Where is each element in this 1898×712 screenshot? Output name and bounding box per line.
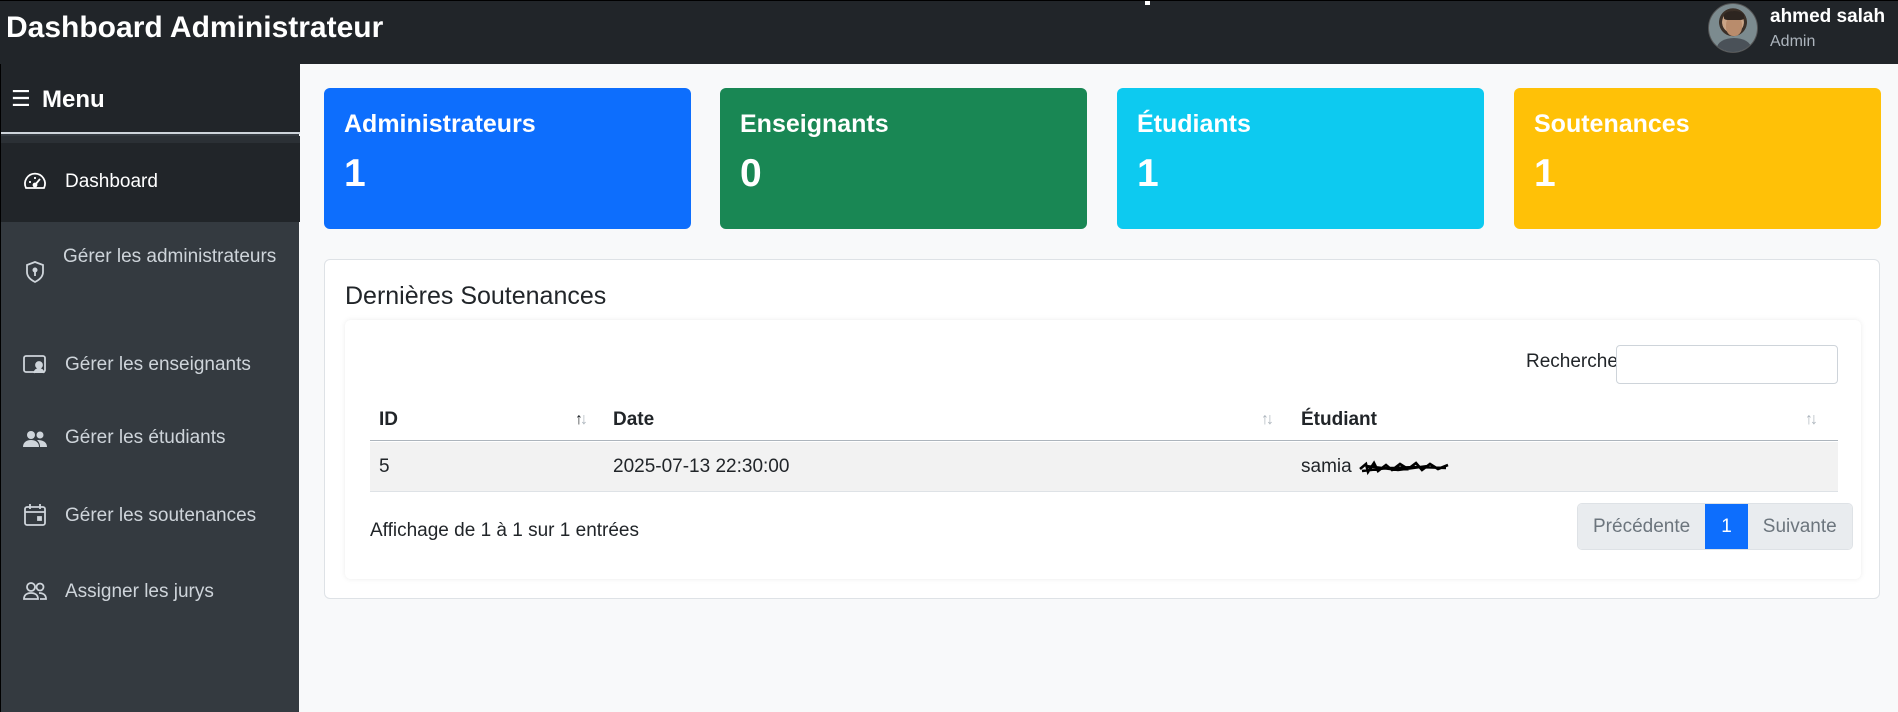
speedometer-icon <box>22 169 48 195</box>
stat-value: 0 <box>740 152 762 195</box>
navbar-notch <box>1145 1 1150 5</box>
person-video-icon <box>22 352 48 378</box>
sidebar-item-label: Gérer les enseignants <box>65 354 251 375</box>
sidebar-item-label: Assigner les jurys <box>65 581 214 602</box>
sort-icon: ↑↓ <box>1805 411 1818 428</box>
cell-date: 2025-07-13 22:30:00 <box>613 456 790 477</box>
stat-card-soutenances: Soutenances 1 <box>1514 88 1881 229</box>
avatar[interactable] <box>1708 3 1758 53</box>
page-1-button[interactable]: 1 <box>1705 504 1748 549</box>
sidebar: ☰ Menu Dashboard Gérer les administrateu… <box>0 64 300 712</box>
sidebar-item-label: Dashboard <box>65 171 158 192</box>
sidebar-item-label: Gérer les administrateurs <box>63 246 277 267</box>
sidebar-item-administrateurs[interactable]: Gérer les administrateurs <box>1 222 300 322</box>
user-role: Admin <box>1770 33 1816 50</box>
shield-icon <box>22 259 48 285</box>
redaction-scribble <box>1358 460 1449 476</box>
stat-label: Soutenances <box>1534 110 1690 138</box>
people-icon <box>22 426 48 452</box>
sidebar-divider <box>1 136 300 143</box>
sidebar-item-label: Gérer les étudiants <box>65 427 226 448</box>
people-outline-icon <box>22 578 48 604</box>
sidebar-item-label: Gérer les soutenances <box>65 505 257 526</box>
sidebar-item-dashboard[interactable]: Dashboard <box>1 143 300 222</box>
previous-page-button[interactable]: Précédente <box>1578 504 1706 549</box>
sort-icon: ↑↓ <box>1261 411 1274 428</box>
calendar-icon <box>22 502 48 528</box>
hamburger-icon[interactable]: ☰ <box>11 88 31 110</box>
next-page-button[interactable]: Suivante <box>1747 504 1852 549</box>
column-header-date[interactable]: Date ↑↓ <box>613 399 1293 441</box>
stat-value: 1 <box>344 152 366 195</box>
top-navbar: Dashboard Administrateur ahmed salah Adm… <box>0 0 1898 64</box>
stat-card-administrateurs: Administrateurs 1 <box>324 88 691 229</box>
search-label: Rechercher: <box>1526 351 1630 372</box>
table-row[interactable]: 5 2025-07-13 22:30:00 samia <box>370 442 1838 492</box>
pagination: Précédente 1 Suivante <box>1577 503 1853 550</box>
column-header-id[interactable]: ID ↑↓ <box>379 399 599 441</box>
panel-title: Dernières Soutenances <box>345 282 607 310</box>
latest-defenses-panel: Dernières Soutenances Rechercher: ID ↑↓ … <box>324 259 1880 599</box>
stat-label: Enseignants <box>740 110 889 138</box>
table-header: ID ↑↓ Date ↑↓ Étudiant ↑↓ <box>370 399 1838 441</box>
sidebar-item-etudiants[interactable]: Gérer les étudiants <box>1 401 300 479</box>
stat-value: 1 <box>1137 152 1159 195</box>
cell-student: samia <box>1301 442 1450 492</box>
stat-label: Administrateurs <box>344 110 536 138</box>
stat-value: 1 <box>1534 152 1556 195</box>
user-name: ahmed salah <box>1770 6 1886 27</box>
user-profile[interactable]: ahmed salah Admin <box>1698 1 1898 65</box>
sidebar-item-enseignants[interactable]: Gérer les enseignants <box>1 329 300 401</box>
sort-icon: ↑↓ <box>575 411 588 428</box>
sidebar-header[interactable]: ☰ Menu <box>1 64 300 134</box>
sidebar-title: Menu <box>42 86 105 113</box>
search-input[interactable] <box>1616 345 1838 384</box>
table-info: Affichage de 1 à 1 sur 1 entrées <box>370 520 639 541</box>
sidebar-item-soutenances[interactable]: Gérer les soutenances <box>1 479 300 555</box>
app-title: Dashboard Administrateur <box>6 11 384 44</box>
stat-card-enseignants: Enseignants 0 <box>720 88 1087 229</box>
stat-label: Étudiants <box>1137 110 1251 138</box>
stat-card-etudiants: Étudiants 1 <box>1117 88 1484 229</box>
datatable-wrapper: Rechercher: ID ↑↓ Date ↑↓ Étudiant ↑↓ 5 … <box>345 320 1861 579</box>
cell-id: 5 <box>379 456 390 477</box>
column-header-etudiant[interactable]: Étudiant ↑↓ <box>1301 399 1833 441</box>
sidebar-item-jurys[interactable]: Assigner les jurys <box>1 555 300 631</box>
